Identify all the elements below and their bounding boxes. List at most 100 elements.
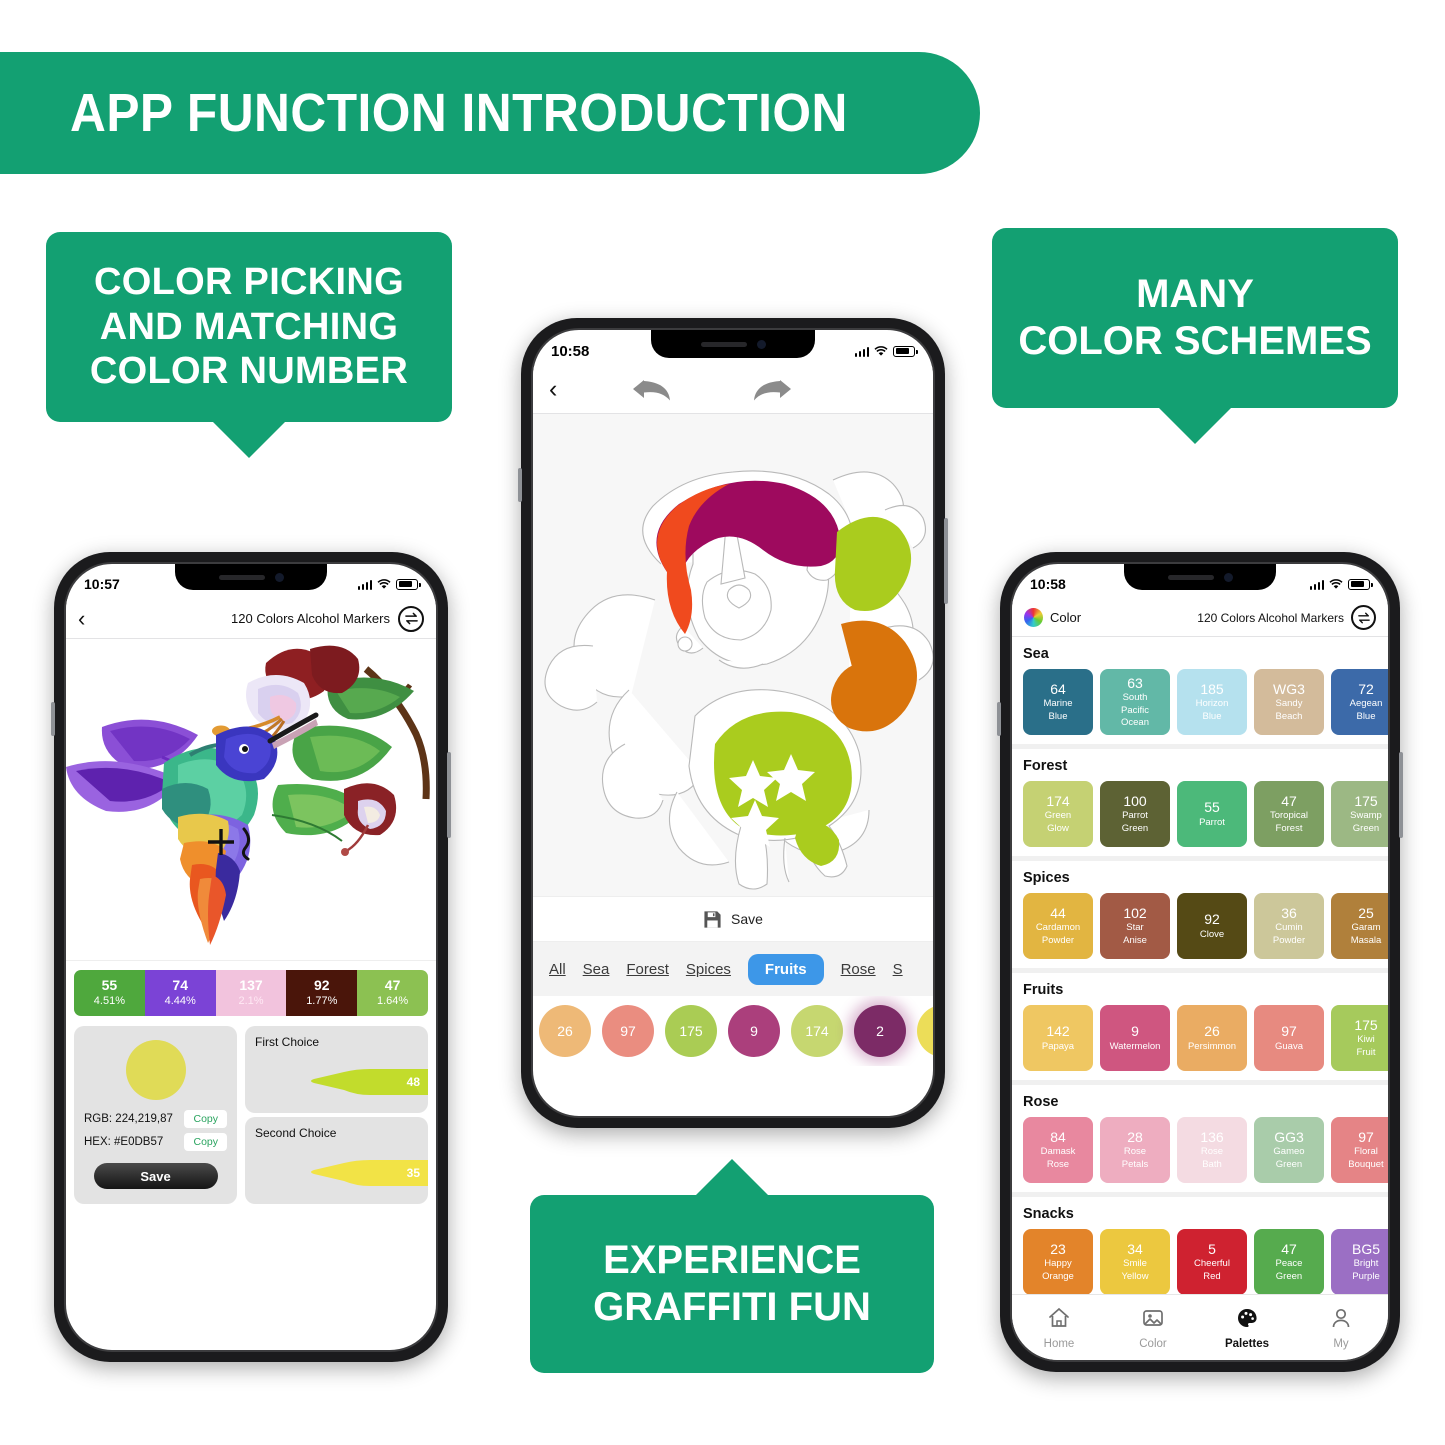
percent-cell-value: 1.64% <box>376 994 409 1007</box>
palette-swatch[interactable]: 175 Swamp Green <box>1331 781 1388 847</box>
palette-swatch[interactable]: 185 Horizon Blue <box>1177 669 1247 735</box>
tab-label: Color <box>1139 1337 1167 1350</box>
hex-row: HEX: #E0DB57 Copy <box>84 1133 227 1151</box>
nav-title: 120 Colors Alcohol Markers <box>231 611 390 626</box>
color-dot[interactable]: 2 <box>854 1005 906 1057</box>
color-wheel-icon <box>1024 608 1043 627</box>
color-detail-section: RGB: 224,219,87 Copy HEX: #E0DB57 Copy S… <box>74 1026 428 1204</box>
palette-swatch[interactable]: 72 Aegean Blue <box>1331 669 1388 735</box>
palette-swatch[interactable]: WG3 Sandy Beach <box>1254 669 1324 735</box>
palette-swatch[interactable]: 47 Peace Green <box>1254 1229 1324 1295</box>
palette-swatch[interactable]: 102 Star Anise <box>1100 893 1170 959</box>
palette-swatch-row[interactable]: 64 Marine Blue 63 South Pacific Ocean 185 Horizo… <box>1023 669 1388 735</box>
percent-cell-number: 55 <box>101 977 118 994</box>
palette-list[interactable]: Sea 64 Marine Blue 63 South Pacific Ocean 185 Hor… <box>1012 637 1388 1304</box>
percent-cell[interactable]: 92 1.77% <box>286 970 358 1016</box>
bottom-tab-bar[interactable]: Home Color Palettes My <box>1012 1294 1388 1360</box>
color-mode-chip[interactable]: Color <box>1024 608 1081 627</box>
swap-arrows-icon[interactable] <box>1351 605 1376 630</box>
palette-swatch[interactable]: 136 Rose Bath <box>1177 1117 1247 1183</box>
tab-palettes[interactable]: Palettes <box>1200 1306 1294 1350</box>
palette-swatch[interactable]: 174 Green Glow <box>1023 781 1093 847</box>
choice-card[interactable]: First Choice 48 <box>245 1026 428 1113</box>
percent-cell[interactable]: 47 1.64% <box>357 970 428 1016</box>
palette-swatch[interactable]: 5 Cheerful Red <box>1177 1229 1247 1295</box>
palette-swatch[interactable]: 26 Persimmon <box>1177 1005 1247 1071</box>
palette-swatch[interactable]: 92 Clove <box>1177 893 1247 959</box>
percent-cell[interactable]: 55 4.51% <box>74 970 145 1016</box>
palette-swatch[interactable]: 55 Parrot <box>1177 781 1247 847</box>
swatch-name: Garam Masala <box>1350 922 1382 946</box>
percent-cell-number: 74 <box>172 977 188 994</box>
palette-swatch-row[interactable]: 142 Papaya 9 Watermelon 26 Persimmon 97 Guava 17… <box>1023 1005 1388 1071</box>
color-dot-row[interactable]: 26971759174235 <box>533 996 933 1066</box>
chevron-left-icon[interactable]: ‹ <box>78 607 85 630</box>
tab-my[interactable]: My <box>1294 1306 1388 1350</box>
artwork-canvas-hummingbird[interactable] <box>66 639 436 961</box>
palette-swatch[interactable]: GG3 Gameo Green <box>1254 1117 1324 1183</box>
palette-swatch[interactable]: 63 South Pacific Ocean <box>1100 669 1170 735</box>
palette-swatch[interactable]: 97 Guava <box>1254 1005 1324 1071</box>
palette-swatch[interactable]: 23 Happy Orange <box>1023 1229 1093 1295</box>
palette-swatch[interactable]: 47 Toropical Forest <box>1254 781 1324 847</box>
picked-color-swatch <box>125 1040 186 1100</box>
palette-swatch[interactable]: BG5 Bright Purple <box>1331 1229 1388 1295</box>
color-dot[interactable]: 97 <box>602 1005 654 1057</box>
status-bar: 10:57 <box>66 569 436 599</box>
category-tab-fruits[interactable]: Fruits <box>747 953 824 985</box>
swatch-name: Swamp Green <box>1350 810 1382 834</box>
palette-swatch[interactable]: 9 Watermelon <box>1100 1005 1170 1071</box>
color-dot[interactable]: 9 <box>728 1005 780 1057</box>
category-tab-spices[interactable]: Spices <box>686 961 731 978</box>
palette-swatch[interactable]: 25 Garam Masala <box>1331 893 1388 959</box>
copy-rgb-button[interactable]: Copy <box>184 1110 227 1128</box>
category-tab-s[interactable]: S <box>893 961 903 978</box>
palette-swatch[interactable]: 97 Floral Bouquet <box>1331 1117 1388 1183</box>
color-dot[interactable]: 175 <box>665 1005 717 1057</box>
save-button[interactable]: Save <box>93 1163 218 1189</box>
color-dot[interactable]: 174 <box>791 1005 843 1057</box>
palette-swatch[interactable]: 64 Marine Blue <box>1023 669 1093 735</box>
percent-cell-number: 47 <box>384 977 401 994</box>
percent-cell-value: 2.1% <box>238 994 264 1007</box>
palette-swatch-row[interactable]: 174 Green Glow 100 Parrot Green 55 Parrot 47 Toro… <box>1023 781 1388 847</box>
category-tab-forest[interactable]: Forest <box>626 961 669 978</box>
person-icon <box>1329 1306 1353 1335</box>
percent-cell-value: 4.51% <box>93 994 125 1007</box>
swatch-number: 174 <box>1046 792 1070 809</box>
palette-group: Spices 44 Cardamon Powder 102 Star Anise 92 Clov… <box>1012 861 1388 968</box>
color-dot[interactable]: 35 <box>917 1005 933 1057</box>
home-icon <box>1047 1306 1071 1335</box>
choice-card[interactable]: Second Choice 35 <box>245 1117 428 1204</box>
category-tab-bar[interactable]: All Sea Forest Spices Fruits Rose S <box>533 942 933 996</box>
category-tab-rose[interactable]: Rose <box>841 961 876 978</box>
artwork-canvas-unicorn[interactable] <box>533 414 933 896</box>
tab-home[interactable]: Home <box>1012 1306 1106 1350</box>
palette-swatch-row[interactable]: 44 Cardamon Powder 102 Star Anise 92 Clove 36 Cum… <box>1023 893 1388 959</box>
percent-cell[interactable]: 137 2.1% <box>215 970 287 1016</box>
copy-hex-button[interactable]: Copy <box>184 1133 227 1151</box>
page-title-banner: APP FUNCTION INTRODUCTION <box>0 52 980 174</box>
category-tab-sea[interactable]: Sea <box>583 961 610 978</box>
callout-many-schemes: MANY COLOR SCHEMES <box>992 228 1398 444</box>
palette-swatch[interactable]: 28 Rose Petals <box>1100 1117 1170 1183</box>
palette-swatch-row[interactable]: 23 Happy Orange 34 Smile Yellow 5 Cheerful Red 47… <box>1023 1229 1388 1295</box>
palette-swatch[interactable]: 36 Cumin Powder <box>1254 893 1324 959</box>
percent-cell[interactable]: 74 4.44% <box>144 970 216 1016</box>
undo-arrow-icon[interactable] <box>631 376 673 404</box>
palette-swatch[interactable]: 44 Cardamon Powder <box>1023 893 1093 959</box>
redo-arrow-icon[interactable] <box>751 376 793 404</box>
palette-swatch[interactable]: 142 Papaya <box>1023 1005 1093 1071</box>
swap-arrows-icon[interactable] <box>398 605 424 632</box>
palette-swatch[interactable]: 175 Kiwi Fruit <box>1331 1005 1388 1071</box>
palette-swatch-row[interactable]: 84 Damask Rose 28 Rose Petals 136 Rose Bath GG3 Ga… <box>1023 1117 1388 1183</box>
save-bar[interactable]: Save <box>533 896 933 942</box>
palette-swatch[interactable]: 84 Damask Rose <box>1023 1117 1093 1183</box>
palette-swatch[interactable]: 34 Smile Yellow <box>1100 1229 1170 1295</box>
palette-swatch[interactable]: 100 Parrot Green <box>1100 781 1170 847</box>
category-tab-all[interactable]: All <box>549 961 566 978</box>
choices-panel: First Choice 48 Second Choice 35 <box>245 1026 428 1204</box>
chevron-left-icon[interactable]: ‹ <box>549 377 557 402</box>
color-dot[interactable]: 26 <box>539 1005 591 1057</box>
tab-color[interactable]: Color <box>1106 1306 1200 1350</box>
